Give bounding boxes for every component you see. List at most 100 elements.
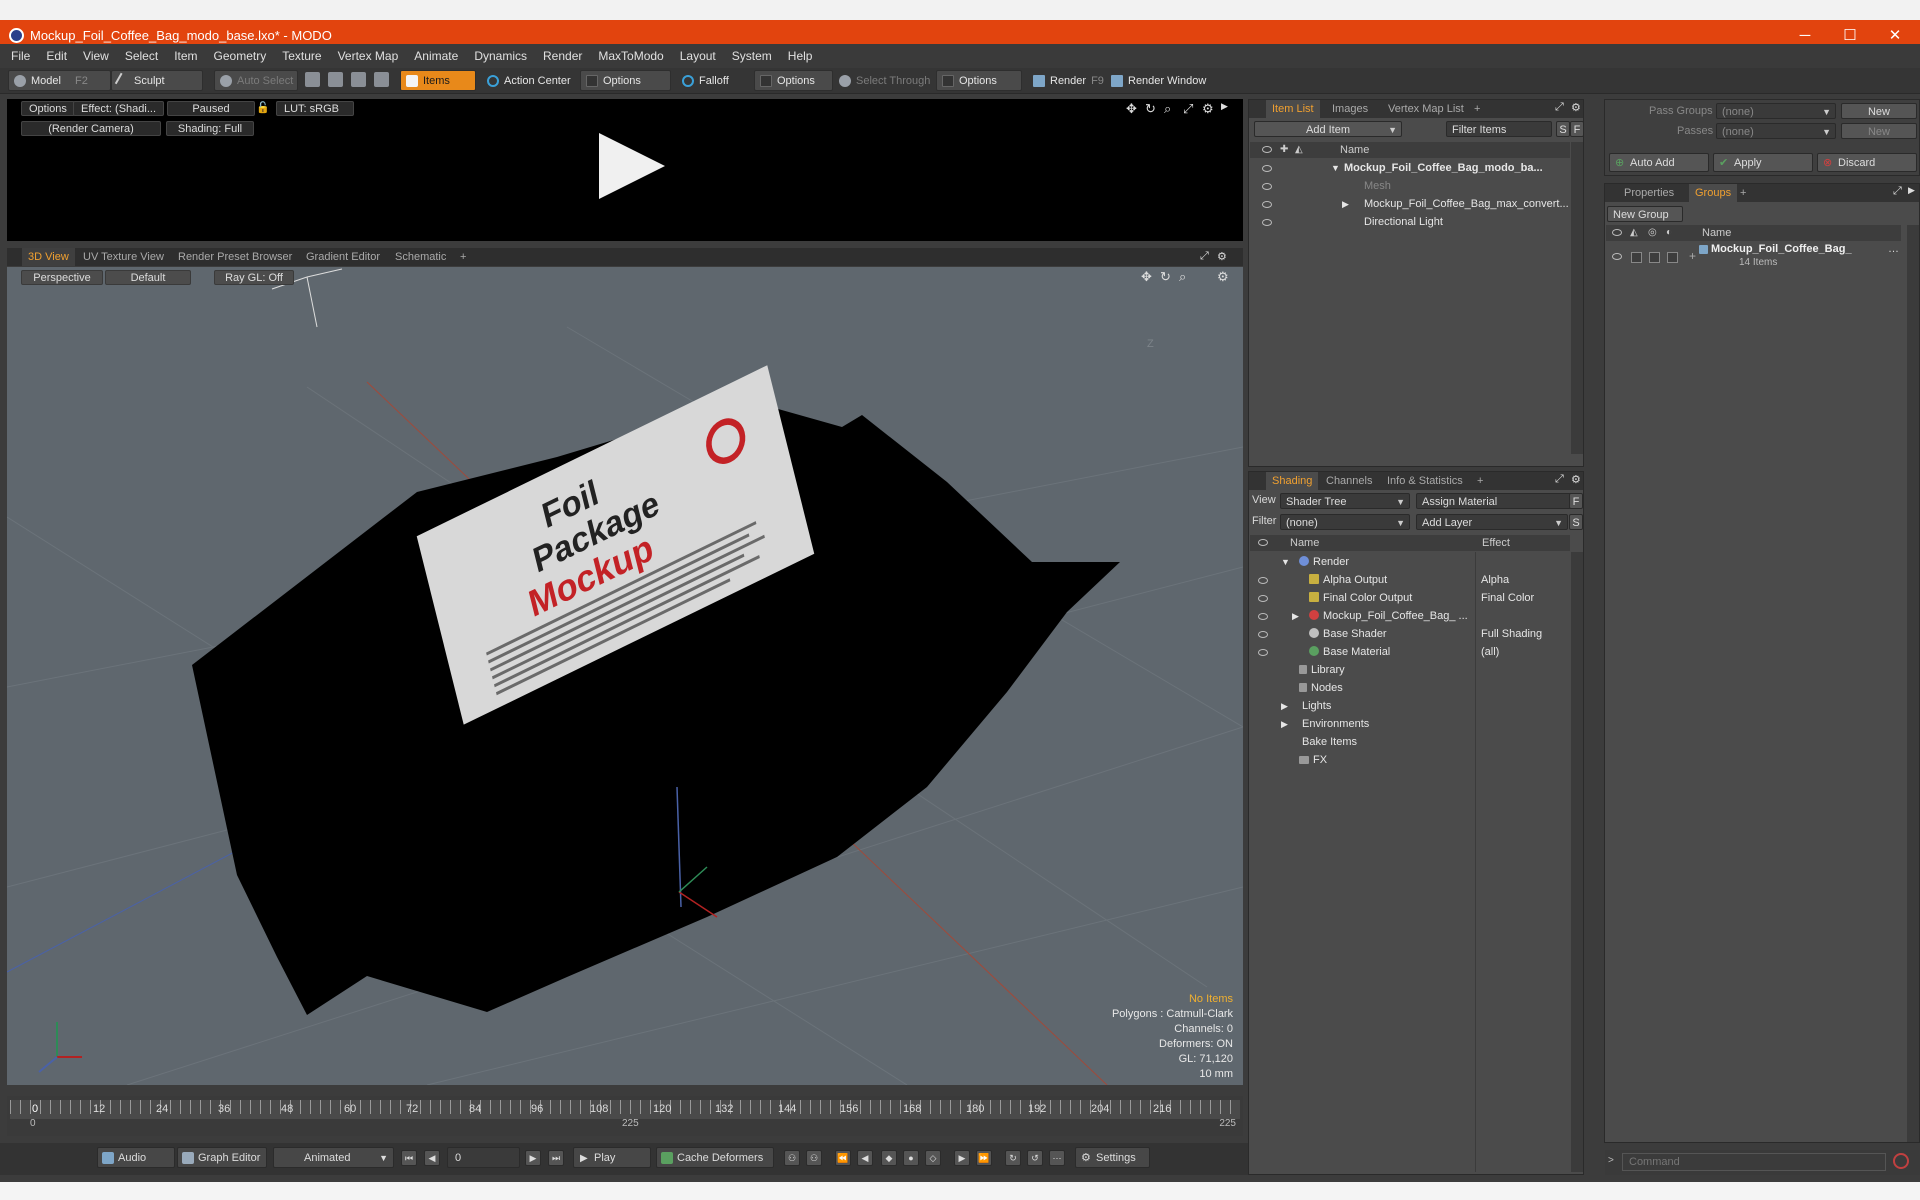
move-icon[interactable]: ✥ <box>1141 269 1152 285</box>
shader-row-fx[interactable]: FX <box>1249 751 1569 769</box>
visibility-icon[interactable] <box>1262 219 1272 226</box>
select-through-button[interactable]: Select Through <box>833 70 935 91</box>
menu-edit[interactable]: Edit <box>38 44 75 68</box>
preview-effect-dropdown[interactable]: Effect: (Shadi... <box>73 101 164 116</box>
play-icon[interactable] <box>599 133 665 199</box>
tab-properties[interactable]: Properties <box>1618 184 1680 202</box>
tab-shading[interactable]: Shading <box>1266 472 1319 490</box>
lock-icon[interactable]: 🔓 <box>256 101 270 114</box>
options-icon[interactable]: ⋯ <box>1049 1150 1065 1166</box>
tab-info-statistics[interactable]: Info & Statistics <box>1381 472 1469 490</box>
expand-arrow-icon[interactable]: ▶ <box>1292 607 1299 625</box>
select-checkbox[interactable] <box>1667 252 1678 263</box>
shader-row-base-shader[interactable]: Base ShaderFull Shading▼ <box>1249 625 1580 643</box>
menu-view[interactable]: View <box>75 44 117 68</box>
action-center-button[interactable]: Action Center <box>481 70 576 91</box>
shader-row-base-material[interactable]: Base Material(all)▼ <box>1249 643 1580 661</box>
visibility-icon[interactable] <box>1262 183 1272 190</box>
tab-groups[interactable]: Groups <box>1689 184 1738 202</box>
shader-effect-value[interactable]: Alpha <box>1481 571 1509 589</box>
visibility-icon[interactable] <box>1262 201 1272 208</box>
new-group-button[interactable]: New Group <box>1607 206 1683 222</box>
shader-tree-scrollbar[interactable] <box>1571 552 1583 1172</box>
filter-dropdown[interactable]: (none) ▼ <box>1280 514 1410 530</box>
render-checkbox[interactable] <box>1631 252 1642 263</box>
visibility-icon[interactable] <box>1258 631 1268 638</box>
vertices-mode-icon[interactable] <box>305 72 320 87</box>
assign-material-button[interactable]: Assign Material <box>1416 493 1574 509</box>
add-tab-button[interactable]: + <box>1471 472 1489 490</box>
shader-effect-value[interactable]: Final Color <box>1481 589 1534 607</box>
shader-effect-value[interactable]: Full Shading <box>1481 625 1542 643</box>
3d-viewport[interactable]: Foil Package Mockup Z Perspective Defaul… <box>7 267 1243 1085</box>
menu-render[interactable]: Render <box>535 44 590 68</box>
timeline-track[interactable]: 0 12 24 36 48 60 72 84 96 108 120 132 14… <box>10 1100 1240 1130</box>
group-row[interactable]: + Mockup_Foil_Coffee_Bag_ … 14 Items <box>1605 243 1901 279</box>
prev-keyframe-icon[interactable]: ◀ <box>857 1150 873 1166</box>
shader-row-bake-items[interactable]: Bake Items <box>1249 733 1569 751</box>
view-dropdown[interactable]: Shader Tree ▼ <box>1280 493 1410 509</box>
filter-items-field[interactable]: Filter Items <box>1446 121 1552 137</box>
menu-select[interactable]: Select <box>117 44 166 68</box>
menu-vertex-map[interactable]: Vertex Map <box>330 44 407 68</box>
lut-dropdown[interactable]: LUT: sRGB <box>276 101 354 116</box>
visibility-icon[interactable] <box>1262 165 1272 172</box>
menu-help[interactable]: Help <box>780 44 821 68</box>
expand-icon[interactable]: + <box>1689 249 1696 263</box>
tab-3d-view[interactable]: 3D View <box>22 248 75 266</box>
new-pass-button[interactable]: New <box>1841 123 1917 139</box>
timeline-range-bar[interactable]: 0 225 225 <box>10 1118 1240 1130</box>
shading-f-button[interactable]: F <box>1569 493 1583 509</box>
menu-item[interactable]: Item <box>166 44 205 68</box>
item-row-converted[interactable]: ▶ Mockup_Foil_Coffee_Bag_max_convert... <box>1249 195 1569 213</box>
tab-schematic[interactable]: Schematic <box>389 248 452 266</box>
preview-camera-dropdown[interactable]: (Render Camera) <box>21 121 161 136</box>
rotate-icon[interactable]: ↻ <box>1160 269 1171 285</box>
menu-dynamics[interactable]: Dynamics <box>466 44 535 68</box>
tab-render-preset-browser[interactable]: Render Preset Browser <box>172 248 298 266</box>
maximize-icon[interactable]: ⤢ <box>1555 101 1564 114</box>
gear-icon[interactable]: ⚙ <box>1571 473 1581 486</box>
filter-f-button[interactable]: F <box>1570 121 1584 137</box>
graph-editor-button[interactable]: Graph Editor <box>177 1147 267 1168</box>
item-row-mesh[interactable]: Mesh <box>1249 177 1569 195</box>
filter-s-button[interactable]: S <box>1556 121 1570 137</box>
keyframe-tool-icon[interactable]: ⚇ <box>784 1150 800 1166</box>
keyframe-tool-icon[interactable]: ⚇ <box>806 1150 822 1166</box>
item-row-light[interactable]: Directional Light <box>1249 213 1569 231</box>
shader-row-render[interactable]: ▼ Render <box>1249 553 1569 571</box>
render-button[interactable]: Render F9 <box>1027 70 1105 91</box>
tab-gradient-editor[interactable]: Gradient Editor <box>300 248 386 266</box>
select-options-button[interactable]: Options <box>936 70 1022 91</box>
preview-options-button[interactable]: Options <box>21 101 75 116</box>
settings-button[interactable]: ⚙ Settings <box>1075 1147 1150 1168</box>
shader-row-library[interactable]: Library <box>1249 661 1569 679</box>
audio-button[interactable]: Audio <box>97 1147 175 1168</box>
tab-item-list[interactable]: Item List <box>1266 100 1320 118</box>
preview-shading-dropdown[interactable]: Shading: Full <box>166 121 254 136</box>
pass-groups-dropdown[interactable]: (none) ▼ <box>1716 103 1836 119</box>
add-tab-button[interactable]: + <box>454 248 472 266</box>
visibility-icon[interactable] <box>1612 253 1622 260</box>
visibility-icon[interactable] <box>1258 577 1268 584</box>
falloff-options-button[interactable]: Options <box>754 70 833 91</box>
shader-row-nodes[interactable]: Nodes <box>1249 679 1569 697</box>
gear-icon[interactable]: ⚙ <box>1571 101 1581 114</box>
key-icon[interactable]: ◇ <box>925 1150 941 1166</box>
command-input[interactable] <box>1622 1153 1886 1171</box>
shader-row-material-group[interactable]: ▶Mockup_Foil_Coffee_Bag_ ...▼ <box>1249 607 1580 625</box>
render-window-button[interactable]: Render Window <box>1105 70 1213 91</box>
menu-system[interactable]: System <box>724 44 780 68</box>
lock-checkbox[interactable] <box>1649 252 1660 263</box>
gear-icon[interactable]: ⚙ <box>1217 269 1229 285</box>
rotate-icon[interactable]: ↻ <box>1145 101 1156 117</box>
maximize-icon[interactable]: ⤢ <box>1183 101 1193 117</box>
zoom-icon[interactable]: ⌕ <box>1179 269 1186 285</box>
add-item-dropdown[interactable]: Add Item ▼ <box>1254 121 1402 137</box>
loop-icon[interactable]: ↻ <box>1005 1150 1021 1166</box>
item-list-scrollbar[interactable] <box>1571 142 1583 454</box>
animated-dropdown[interactable]: Animated ▼ <box>273 1147 394 1168</box>
new-pass-group-button[interactable]: New <box>1841 103 1917 119</box>
expand-arrow-icon[interactable]: ▼ <box>1281 553 1290 571</box>
shading-s-button[interactable]: S <box>1569 514 1583 530</box>
